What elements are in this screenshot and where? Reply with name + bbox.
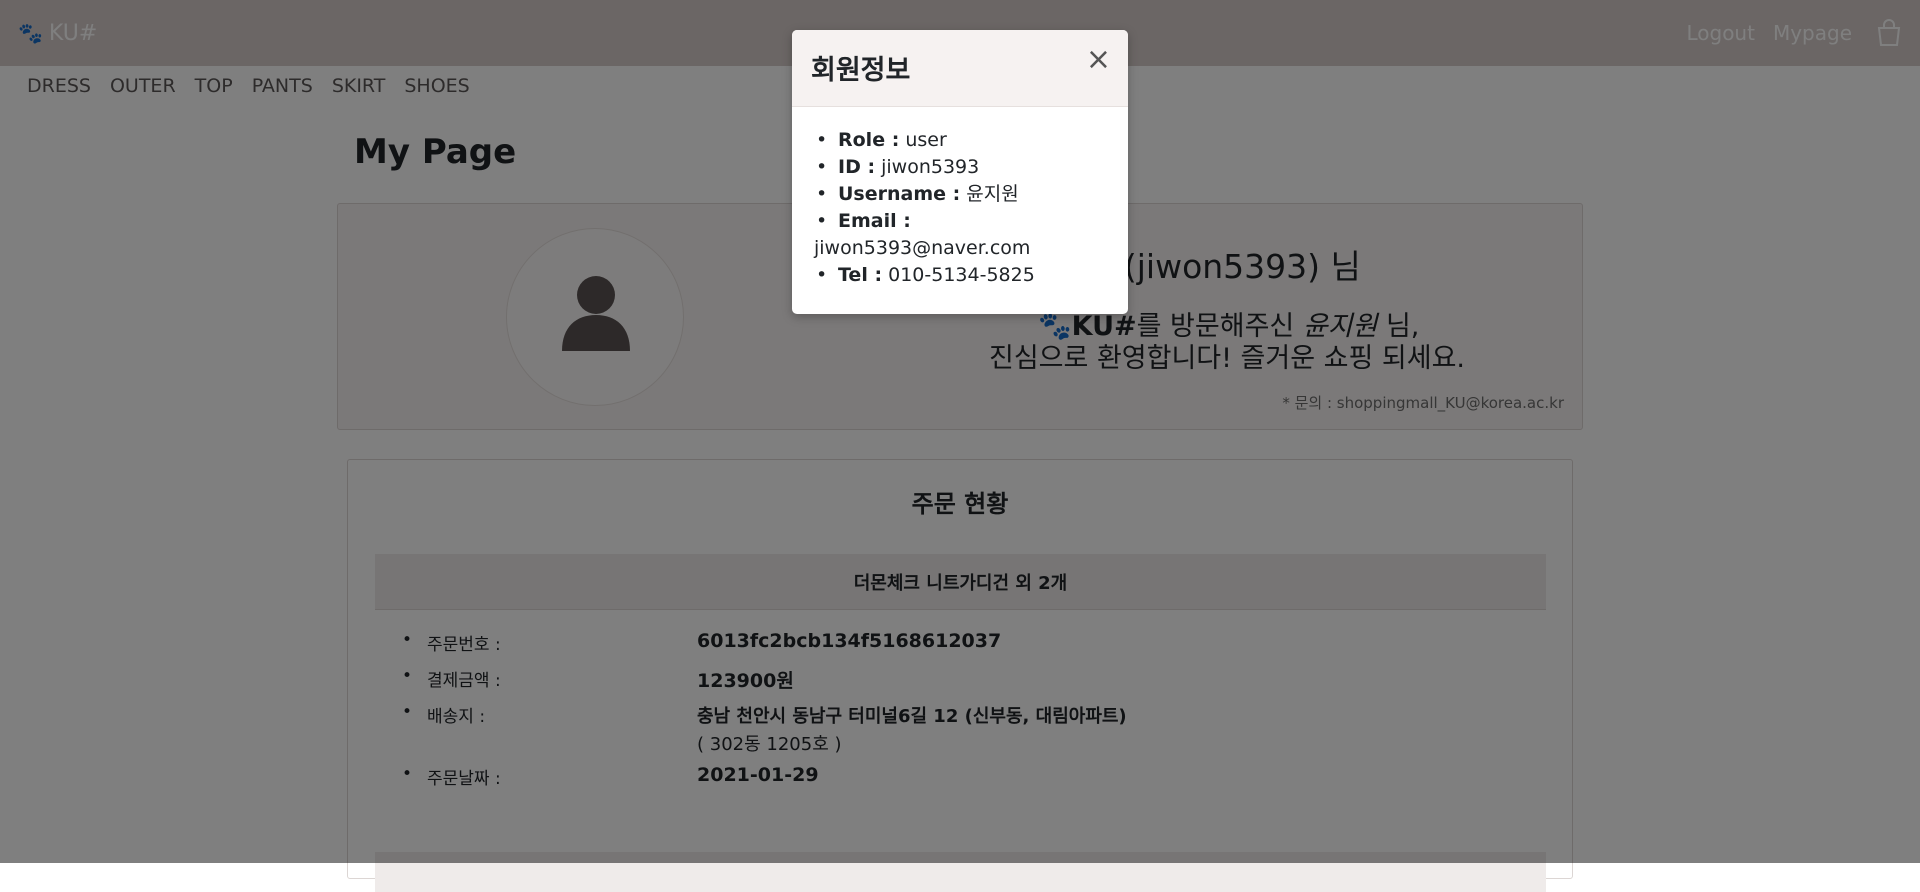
role-value: user [905, 129, 947, 151]
tel-value: 010-5134-5825 [888, 264, 1035, 286]
list-item: Role : user [814, 127, 1106, 154]
list-item: ID : jiwon5393 [814, 154, 1106, 181]
id-value: jiwon5393 [881, 156, 980, 178]
list-item: Email : jiwon5393@naver.com [814, 208, 1106, 262]
member-info-list: Role : user ID : jiwon5393 Username : 윤지… [814, 127, 1106, 289]
modal-title: 회원정보 [811, 55, 911, 86]
email-value: jiwon5393@naver.com [814, 237, 1031, 259]
close-icon[interactable]: × [1086, 42, 1111, 77]
tel-label: Tel : [838, 264, 883, 286]
id-label: ID : [838, 156, 876, 178]
member-info-modal: 회원정보 × Role : user ID : jiwon5393 Userna… [792, 30, 1128, 314]
email-label: Email : [838, 210, 911, 232]
modal-header: 회원정보 × [792, 30, 1128, 107]
username-label: Username : [838, 183, 961, 205]
list-item: Username : 윤지원 [814, 181, 1106, 208]
modal-body: Role : user ID : jiwon5393 Username : 윤지… [792, 107, 1128, 289]
list-item: Tel : 010-5134-5825 [814, 262, 1106, 289]
role-label: Role : [838, 129, 900, 151]
username-value: 윤지원 [966, 183, 1019, 205]
